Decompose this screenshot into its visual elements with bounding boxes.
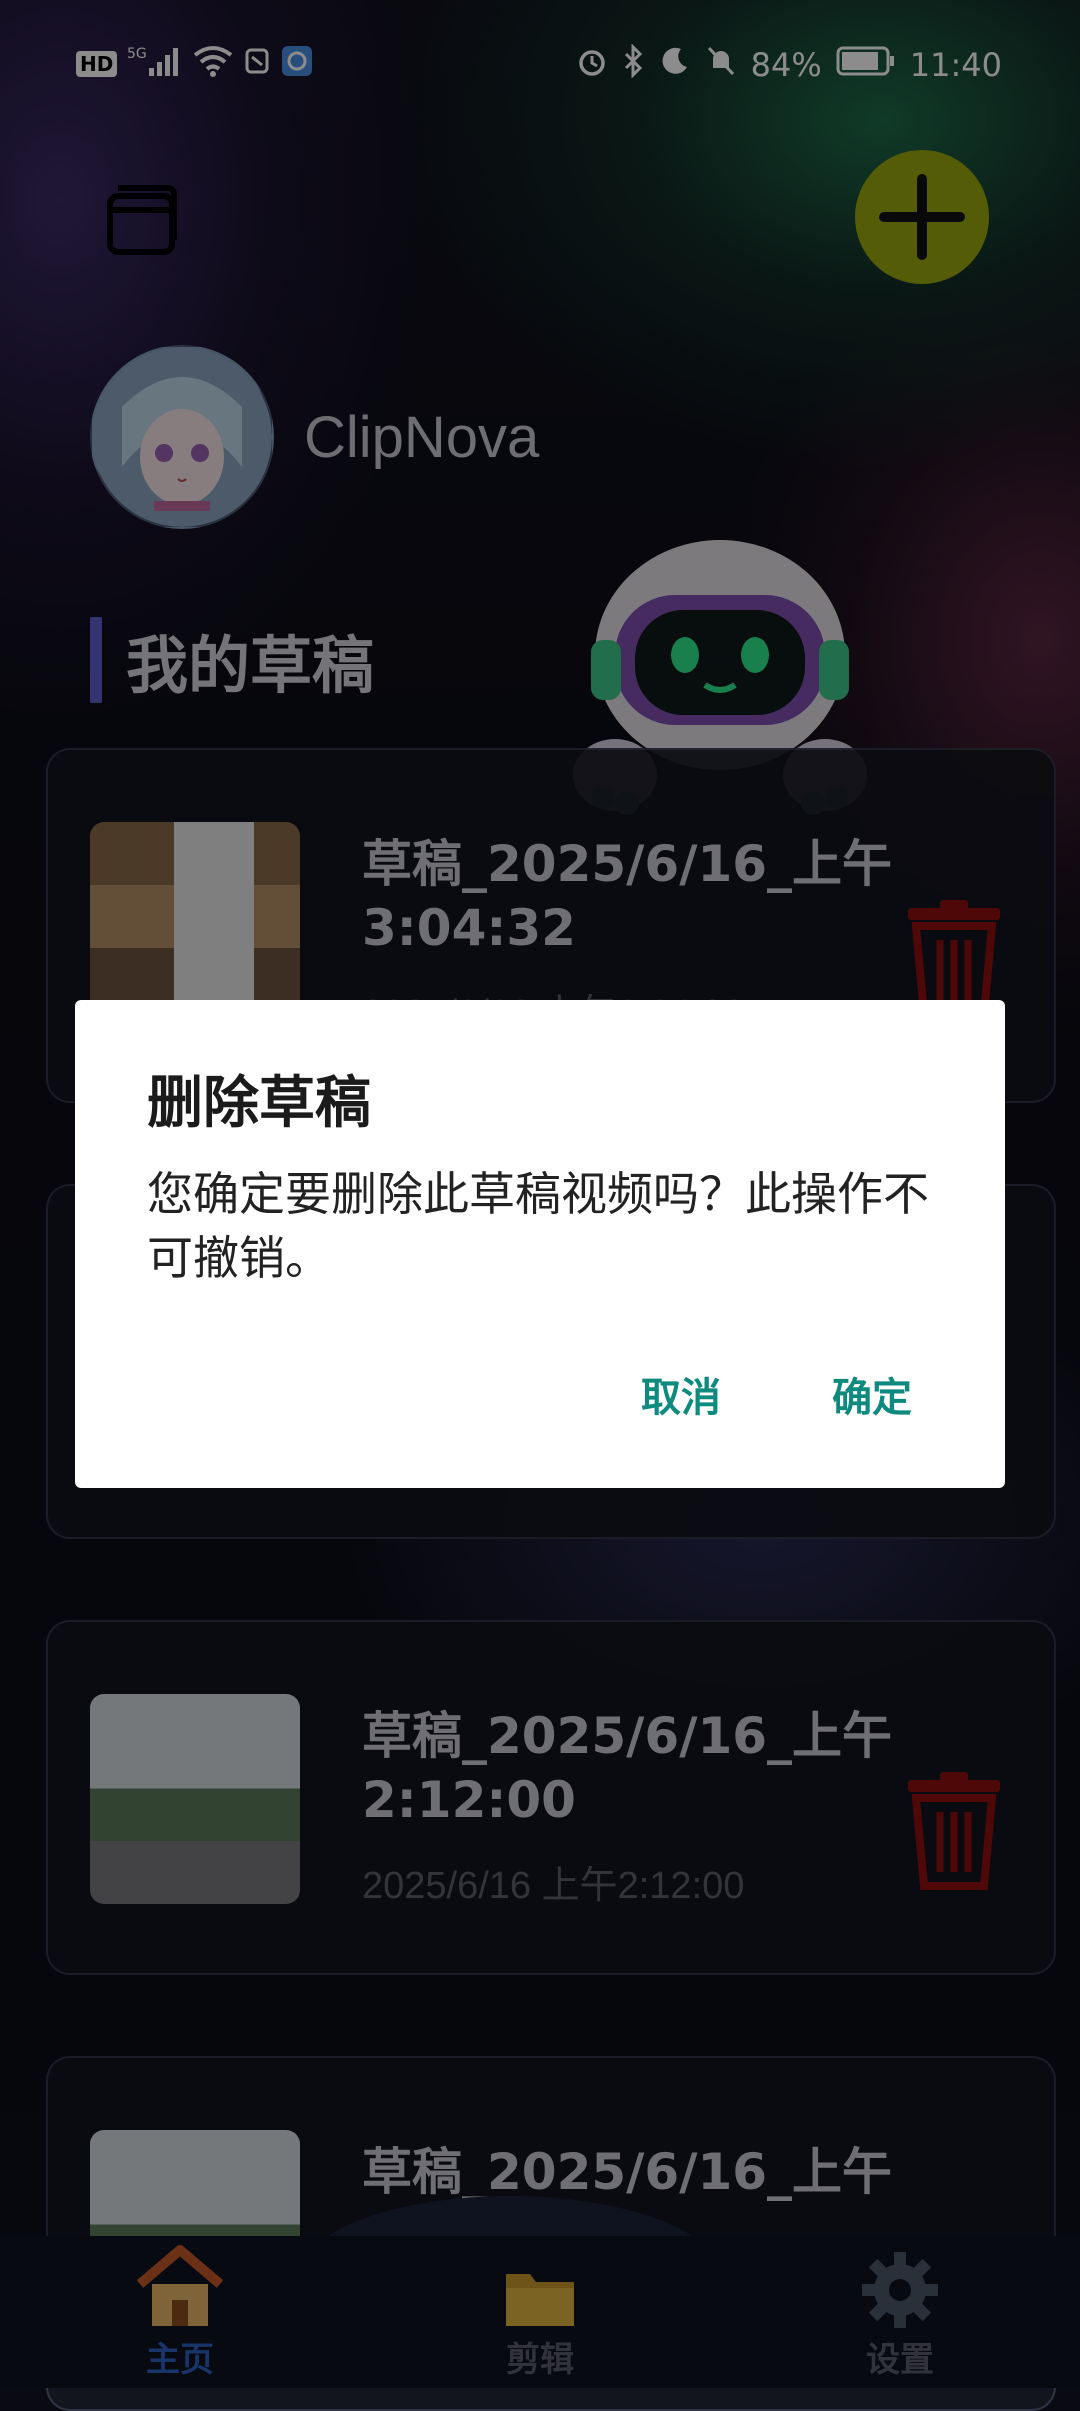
dialog-title: 删除草稿 — [147, 1071, 371, 1136]
delete-draft-dialog: 删除草稿 您确定要删除此草稿视频吗？此操作不可撤销。 取消 确定 — [75, 1000, 1005, 1488]
cancel-button[interactable]: 取消 — [641, 1365, 721, 1423]
dialog-message: 您确定要删除此草稿视频吗？此操作不可撤销。 — [147, 1167, 929, 1285]
nav-scrim — [0, 2236, 1080, 2388]
confirm-button[interactable]: 确定 — [832, 1365, 912, 1423]
